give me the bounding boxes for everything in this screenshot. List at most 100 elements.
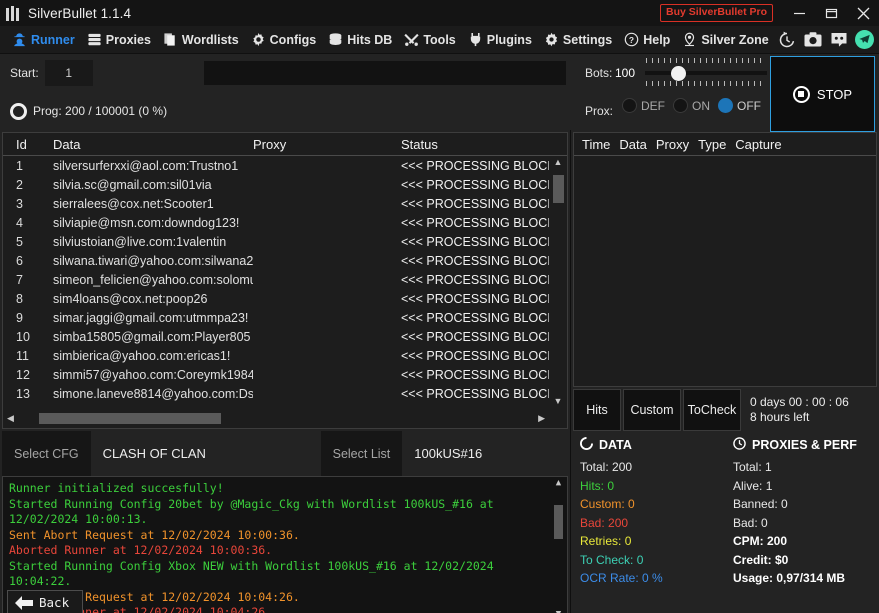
menu-item-proxies[interactable]: Proxies — [81, 26, 157, 54]
prox-radio-def[interactable]: DEF — [622, 98, 665, 113]
menu-label-configs: Configs — [269, 32, 317, 47]
cell-id: 8 — [16, 291, 23, 306]
menu-item-tools[interactable]: Tools — [398, 26, 461, 54]
scroll-left-icon[interactable]: ◀ — [7, 413, 14, 423]
tab-tocheck[interactable]: ToCheck — [683, 389, 741, 431]
selected-list-value: 100kUS#16 — [414, 446, 483, 461]
table-row[interactable]: 12 simmi57@yahoo.com:Coreymk1984 <<< PROCE… — [3, 365, 567, 384]
prox-radio-on[interactable]: ON — [673, 98, 710, 113]
main-area: Id Data Proxy Status 1 silversurferxxi@ao… — [0, 130, 879, 613]
cell-data: simar.jaggi@gmail.com:utmmpa23! — [53, 310, 249, 325]
menu-item-silver-zone[interactable]: Silver Zone — [676, 26, 774, 54]
hits-col-time[interactable]: Time — [582, 137, 610, 152]
cell-id: 13 — [16, 386, 30, 401]
scroll-right-icon[interactable]: ▶ — [538, 413, 545, 423]
proxy-stats: PROXIES & PERF Total: 1 Alive: 1 Banned: 0… — [725, 437, 879, 613]
bots-slider-knob[interactable] — [671, 66, 686, 81]
stat-line: Usage: 0,97/314 MB — [733, 569, 879, 588]
hits-col-type[interactable]: Type — [698, 137, 726, 152]
stat-value: 0,97/314 MB — [776, 571, 846, 585]
log-scroll-up-icon[interactable]: ▲ — [556, 479, 561, 488]
bots-slider[interactable] — [645, 58, 767, 88]
maximize-button[interactable] — [815, 0, 847, 26]
stat-value: $0 — [775, 552, 789, 567]
stat-label: Hits: — [580, 478, 608, 493]
col-header-id[interactable]: Id — [3, 137, 53, 152]
close-button[interactable] — [847, 0, 879, 26]
table-row[interactable]: 9 simar.jaggi@gmail.com:utmmpa23! <<< PROC… — [3, 308, 567, 327]
menu-item-help[interactable]: ? Help — [618, 26, 676, 54]
table-row[interactable]: 13 simone.laneve8814@yahoo.com:Dsi <<< PRO… — [3, 384, 567, 403]
stop-button[interactable]: STOP — [770, 56, 875, 132]
log-line: Started Running Config 20bet by @Magic_C… — [9, 496, 501, 527]
log-scroll-thumb[interactable] — [554, 505, 563, 539]
tab-custom[interactable]: Custom — [623, 389, 681, 431]
discord-icon[interactable] — [827, 27, 851, 53]
vertical-scroll-thumb[interactable] — [552, 175, 564, 203]
col-header-proxy[interactable]: Proxy — [253, 137, 401, 152]
menu-item-plugins[interactable]: Plugins — [462, 26, 538, 54]
hits-col-proxy[interactable]: Proxy — [656, 137, 689, 152]
menu-label-help: Help — [643, 32, 671, 47]
prox-radio-off[interactable]: OFF — [718, 98, 761, 113]
buy-pro-button[interactable]: Buy SilverBullet Pro — [660, 4, 773, 22]
table-row[interactable]: 2 silvia.sc@gmail.com:sil01via <<< PROCESS… — [3, 175, 567, 194]
menu-item-configs[interactable]: Configs — [245, 26, 323, 54]
data-grid: Id Data Proxy Status 1 silversurferxxi@ao… — [2, 132, 568, 429]
log-console[interactable]: Runner initialized succesfully! Started R… — [2, 476, 568, 613]
log-scroll-down-icon[interactable]: ▼ — [556, 609, 561, 613]
menu-item-runner[interactable]: Runner — [6, 26, 81, 54]
stat-label: Credit: — [733, 552, 775, 567]
table-row[interactable]: 1 silversurferxxi@aol.com:Trustno1 <<< PRO… — [3, 156, 567, 175]
start-input[interactable] — [44, 60, 93, 86]
right-column: Time Data Proxy Type Capture Hits Custom… — [570, 130, 879, 613]
log-line: Runner initialized succesfully! — [9, 481, 224, 495]
back-button[interactable]: Back — [7, 589, 83, 613]
cell-status: <<< PROCESSING BLOCI — [401, 367, 551, 382]
col-header-status[interactable]: Status — [401, 137, 567, 152]
scroll-down-icon[interactable]: ▼ — [554, 397, 563, 406]
cell-status: <<< PROCESSING BLOCI — [401, 310, 551, 325]
menu-item-hits-db[interactable]: Hits DB — [322, 26, 398, 54]
menu-item-wordlists[interactable]: Wordlists — [157, 26, 245, 54]
scroll-up-icon[interactable]: ▲ — [554, 158, 563, 167]
hits-col-capture[interactable]: Capture — [735, 137, 781, 152]
horizontal-scroll-thumb[interactable] — [39, 412, 221, 424]
table-row[interactable]: 3 sierralees@cox.net:Scooter1 <<< PROCESSI… — [3, 194, 567, 213]
data-grid-vertical-scrollbar[interactable]: ▲ ▼ — [549, 156, 567, 408]
select-cfg-button[interactable]: Select CFG — [2, 431, 91, 476]
table-row[interactable]: 10 simba15805@gmail.com:Player805 <<< PROC… — [3, 327, 567, 346]
data-grid-horizontal-scrollbar[interactable]: ◀ ▶ — [3, 408, 549, 428]
camera-icon[interactable] — [801, 27, 825, 53]
select-list-button[interactable]: Select List — [320, 431, 403, 476]
table-row[interactable]: 6 silwana.tiwari@yahoo.com:silwana2 <<< PR… — [3, 251, 567, 270]
minimize-button[interactable] — [783, 0, 815, 26]
menu-item-settings[interactable]: Settings — [538, 26, 618, 54]
stat-label: Banned: — [733, 497, 782, 511]
menu-label-runner: Runner — [31, 32, 75, 47]
bots-slider-ticks-top — [646, 58, 766, 63]
log-line: Sent Abort Request at 12/02/2024 10:04:2… — [9, 589, 300, 604]
hits-grid-header: Time Data Proxy Type Capture — [574, 133, 876, 156]
progress-bar — [204, 61, 566, 85]
telegram-icon[interactable] — [853, 27, 877, 53]
resize-grip[interactable] — [865, 610, 877, 613]
log-scrollbar[interactable]: ▲ ▼ — [550, 477, 567, 613]
table-row[interactable]: 11 simbierica@yahoo.com:ericas1! <<< PROCE… — [3, 346, 567, 365]
prox-radio-off-dot — [718, 98, 733, 113]
stat-value: 1 — [765, 478, 773, 493]
cell-status: <<< PROCESSING BLOCI — [401, 329, 551, 344]
tab-hits[interactable]: Hits — [573, 389, 621, 431]
hits-col-data[interactable]: Data — [619, 137, 646, 152]
history-icon[interactable] — [775, 27, 799, 53]
gear-icon — [251, 32, 266, 47]
table-row[interactable]: 5 silviustoian@live.com:1valentin <<< PROC… — [3, 232, 567, 251]
prox-radio-off-label: OFF — [737, 98, 761, 113]
table-row[interactable]: 4 silviapie@msn.com:downdog123! <<< PROCES… — [3, 213, 567, 232]
col-header-data[interactable]: Data — [53, 137, 253, 152]
table-row[interactable]: 8 sim4loans@cox.net:poop26 <<< PROCESSING … — [3, 289, 567, 308]
cell-data: silviapie@msn.com:downdog123! — [53, 215, 240, 230]
table-row[interactable]: 7 simeon_felicien@yahoo.com:solomu <<< PRO… — [3, 270, 567, 289]
worker-icon — [12, 32, 27, 47]
timer-remaining: 8 hours left — [750, 410, 810, 424]
